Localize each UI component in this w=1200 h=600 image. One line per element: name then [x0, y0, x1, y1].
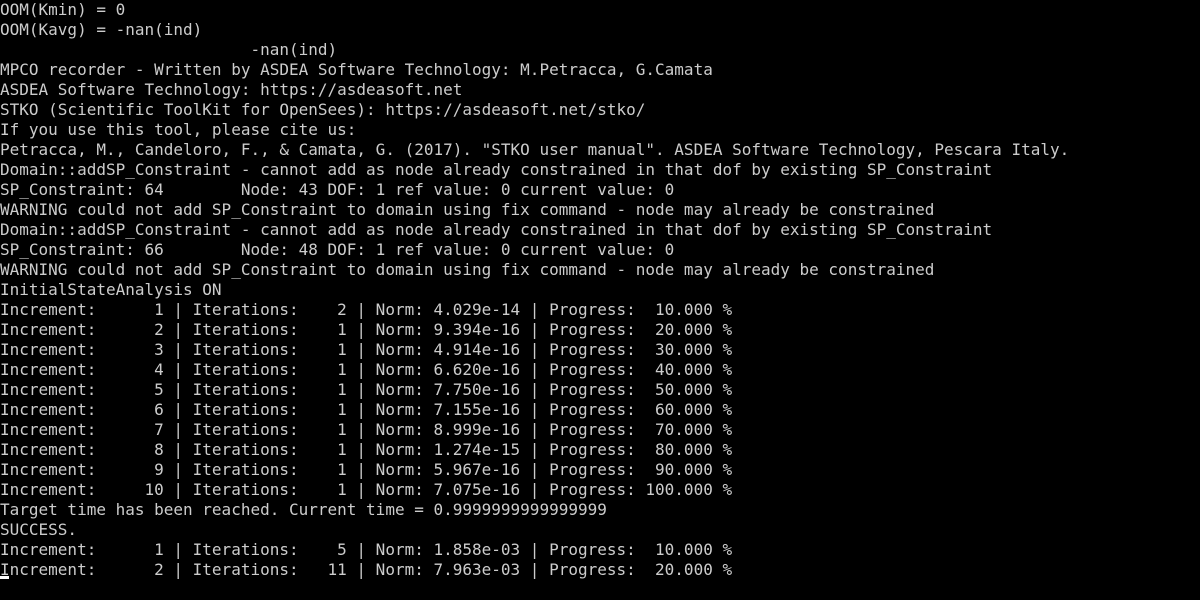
console-line: OOM(Kavg) = -nan(ind): [0, 20, 203, 39]
console-line: ASDEA Software Technology: https://asdea…: [0, 80, 463, 99]
console-line: Increment: 9 | Iterations: 1 | Norm: 5.9…: [0, 460, 733, 479]
text-cursor: [0, 576, 9, 579]
console-line: -nan(ind): [0, 40, 338, 59]
console-line: STKO (Scientific ToolKit for OpenSees): …: [0, 100, 646, 119]
console-line: SUCCESS.: [0, 520, 78, 539]
console-line: WARNING could not add SP_Constraint to d…: [0, 200, 935, 219]
console-line: Increment: 3 | Iterations: 1 | Norm: 4.9…: [0, 340, 733, 359]
console-line: Increment: 2 | Iterations: 11 | Norm: 7.…: [0, 560, 733, 579]
console-line: Increment: 8 | Iterations: 1 | Norm: 1.2…: [0, 440, 733, 459]
console-line: Increment: 5 | Iterations: 1 | Norm: 7.7…: [0, 380, 733, 399]
console-line: MPCO recorder - Written by ASDEA Softwar…: [0, 60, 713, 79]
console-line: SP_Constraint: 66 Node: 48 DOF: 1 ref va…: [0, 240, 675, 259]
console-line: Increment: 4 | Iterations: 1 | Norm: 6.6…: [0, 360, 733, 379]
console-line: Domain::addSP_Constraint - cannot add as…: [0, 160, 993, 179]
console-line: Target time has been reached. Current ti…: [0, 500, 607, 519]
console-line: If you use this tool, please cite us:: [0, 120, 357, 139]
console-line: Domain::addSP_Constraint - cannot add as…: [0, 220, 993, 239]
console-line: WARNING could not add SP_Constraint to d…: [0, 260, 935, 279]
console-line: Increment: 2 | Iterations: 1 | Norm: 9.3…: [0, 320, 733, 339]
console-line: InitialStateAnalysis ON: [0, 280, 222, 299]
console-line: Increment: 1 | Iterations: 5 | Norm: 1.8…: [0, 540, 733, 559]
console-line: Increment: 10 | Iterations: 1 | Norm: 7.…: [0, 480, 733, 499]
console-line: Increment: 7 | Iterations: 1 | Norm: 8.9…: [0, 420, 733, 439]
console-line: OOM(Kmin) = 0: [0, 0, 126, 19]
console-line: Increment: 6 | Iterations: 1 | Norm: 7.1…: [0, 400, 733, 419]
console-line: Increment: 1 | Iterations: 2 | Norm: 4.0…: [0, 300, 733, 319]
console-line: SP_Constraint: 64 Node: 43 DOF: 1 ref va…: [0, 180, 675, 199]
console-line: Petracca, M., Candeloro, F., & Camata, G…: [0, 140, 1070, 159]
console-output[interactable]: OOM(Kmin) = 0 OOM(Kavg) = -nan(ind) -nan…: [0, 0, 1200, 600]
